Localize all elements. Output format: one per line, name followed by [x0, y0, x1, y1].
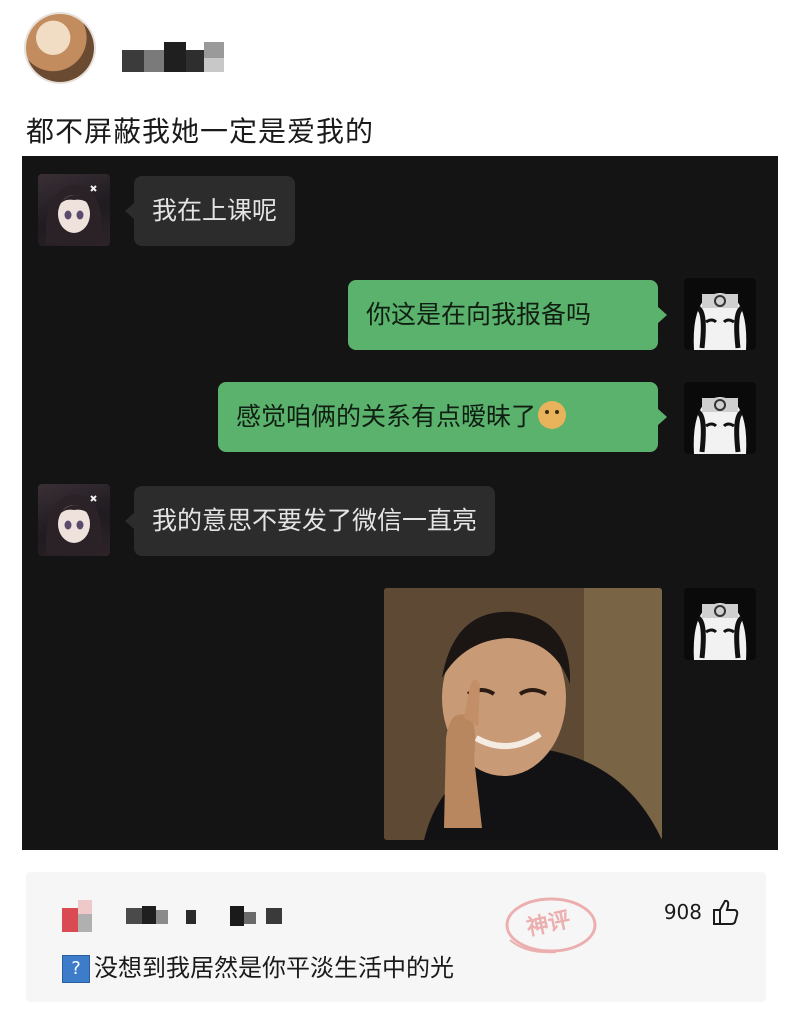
anime-girl-icon — [45, 184, 103, 244]
chat-bubble-sent: 你这是在向我报备吗 — [348, 280, 667, 350]
girl-avatar — [38, 174, 110, 246]
ninja-avatar — [684, 382, 756, 454]
chat-bubble-received: 我在上课呢 — [124, 176, 296, 246]
message-text: 感觉咱俩的关系有点暧昧了 — [236, 402, 537, 431]
top-comment: 神评 908 ? 没想到我居然是你平淡生活中的光 — [26, 872, 766, 1002]
girl-avatar — [38, 484, 110, 556]
post-caption: 都不屏蔽我她一定是爱我的 — [26, 115, 375, 148]
god-comment-stamp: 神评 — [496, 890, 606, 960]
commenter-avatar-pixelated[interactable] — [62, 900, 102, 932]
question-mark-icon: ? — [62, 955, 90, 983]
ninja-headband-icon — [693, 397, 747, 454]
anime-girl-icon — [45, 494, 103, 554]
comment-text-row: ? 没想到我居然是你平淡生活中的光 — [62, 948, 454, 983]
ninja-headband-icon — [693, 293, 747, 350]
ninja-headband-icon — [693, 603, 747, 660]
ninja-avatar — [684, 588, 756, 660]
doge-emoji-icon — [538, 401, 567, 429]
meme-photo[interactable] — [384, 588, 662, 840]
smirking-man-photo-icon — [384, 588, 662, 840]
thumbs-up-icon[interactable] — [710, 897, 740, 927]
poster-username-pixelated[interactable] — [122, 40, 234, 74]
chat-bubble-received: 我的意思不要发了微信一直亮 — [124, 486, 496, 556]
like-count: 908 — [663, 900, 702, 924]
comment-text: 没想到我居然是你平淡生活中的光 — [94, 954, 454, 982]
chat-bubble-sent: 感觉咱俩的关系有点暧昧了 — [218, 382, 667, 452]
ninja-avatar — [684, 278, 756, 350]
like-group[interactable]: 908 — [664, 896, 740, 928]
commenter-username-pixelated[interactable] — [126, 904, 296, 926]
poster-avatar[interactable] — [26, 14, 94, 82]
chat-screenshot: 我在上课呢 你这是在向我报备吗 感觉咱俩的关系有点暧昧了 我的意思不要发了微信一… — [22, 156, 778, 850]
